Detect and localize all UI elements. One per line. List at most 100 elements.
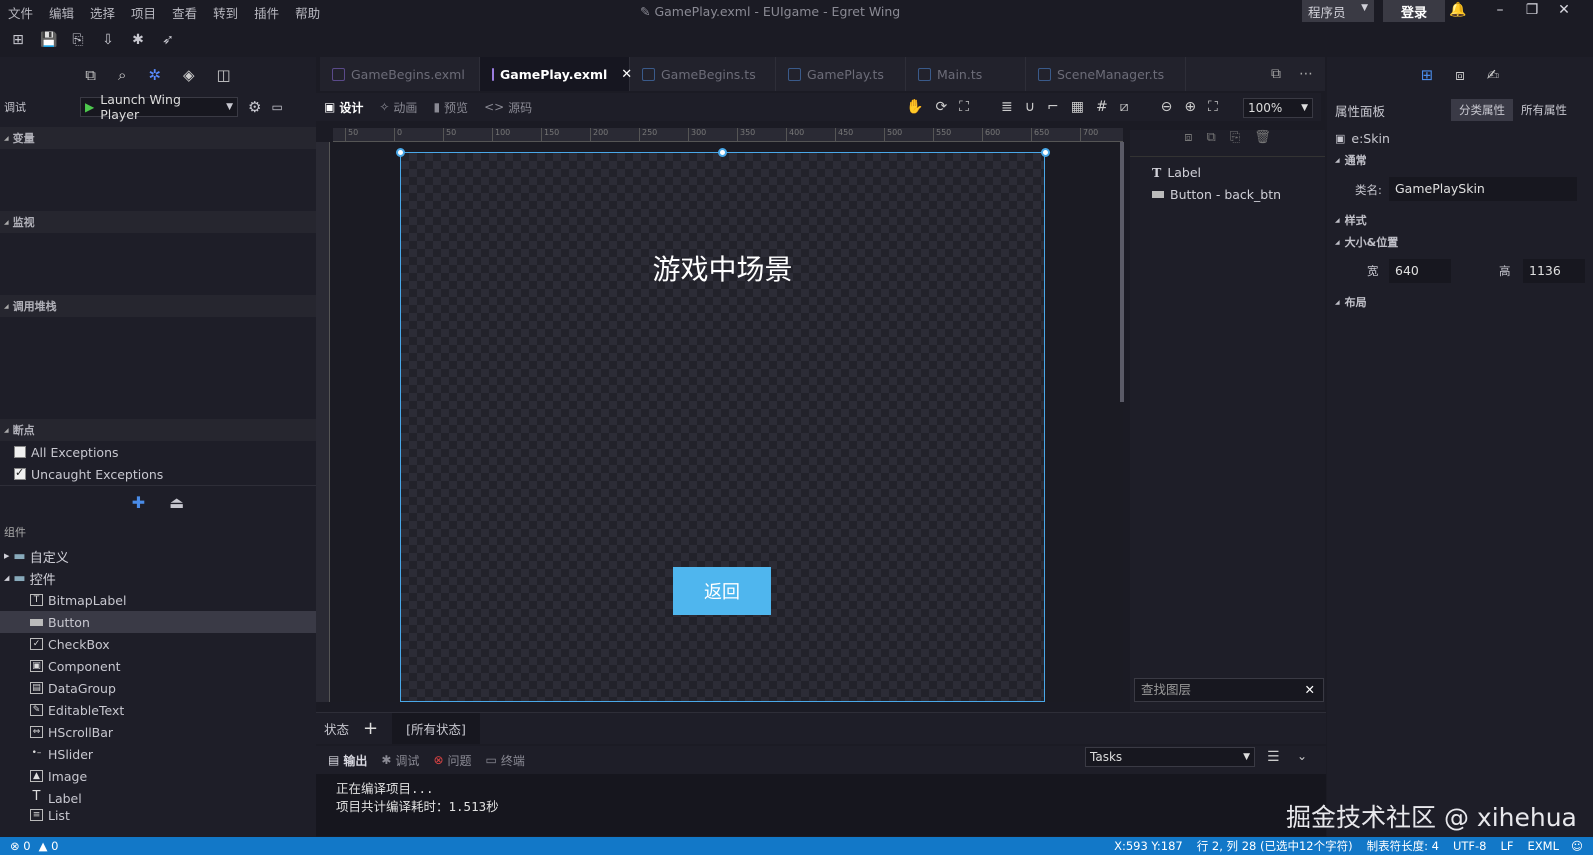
section-variables[interactable]: 变量 xyxy=(0,127,316,149)
save-all-icon[interactable]: ⎘ xyxy=(70,32,86,48)
restore-button[interactable]: ❐ xyxy=(1520,2,1544,18)
puzzle-icon[interactable]: ✚ xyxy=(132,493,145,512)
magnet-icon[interactable]: ∪ xyxy=(1025,99,1035,115)
search-icon[interactable]: ⌕ xyxy=(118,66,126,84)
tab-gamebegins-exml[interactable]: GameBegins.exml xyxy=(320,57,480,91)
list-settings-icon[interactable]: ☰ xyxy=(1267,749,1280,765)
hash-icon[interactable]: # xyxy=(1096,99,1108,115)
canvas-scrollbar[interactable] xyxy=(1120,142,1124,402)
tab-category-props[interactable]: 分类属性 xyxy=(1451,99,1514,121)
clear-search-icon[interactable]: ✕ xyxy=(1305,679,1315,701)
copy-icon[interactable]: ⎘ xyxy=(1230,130,1240,156)
debug-icon[interactable]: ✲ xyxy=(148,66,161,84)
tab-scenemanager-ts[interactable]: SceneManager.ts xyxy=(1026,57,1186,91)
launch-config-select[interactable]: ▶ Launch Wing Player ▼ xyxy=(80,92,238,122)
close-window-button[interactable]: ✕ xyxy=(1552,2,1576,18)
component-item[interactable]: T Label xyxy=(0,787,316,809)
group-icon[interactable]: ⧈ xyxy=(1184,130,1192,156)
menu-project[interactable]: 项目 xyxy=(123,3,164,22)
section-callstack[interactable]: 调用堆栈 xyxy=(0,295,316,317)
height-field[interactable]: 1136 xyxy=(1523,259,1585,283)
warning-count[interactable]: ▲ 0 xyxy=(39,839,59,853)
git-icon[interactable]: ◈ xyxy=(183,66,195,84)
console-icon[interactable]: ▭ xyxy=(271,100,282,114)
properties-icon[interactable]: ⊞ xyxy=(1421,66,1434,84)
library-icon[interactable]: ⏏ xyxy=(169,493,184,512)
cursor-position[interactable]: 行 2, 列 28 (已选中12个字符) xyxy=(1197,838,1353,854)
tab-design[interactable]: ▣ 设计 xyxy=(316,99,371,116)
component-item[interactable]: ✎ EditableText xyxy=(0,699,316,721)
publish-icon[interactable]: ⇩ xyxy=(100,32,116,48)
artboard[interactable]: 游戏中场景 返回 xyxy=(400,152,1045,702)
component-item[interactable]: ▲ Image xyxy=(0,765,316,787)
zoom-select[interactable]: 100% ▼ xyxy=(1243,98,1313,118)
language-mode[interactable]: EXML xyxy=(1528,839,1559,853)
tab-debug[interactable]: ✱ 调试 xyxy=(381,752,419,769)
tab-output[interactable]: ▤ 输出 xyxy=(328,752,367,769)
folder-controls[interactable]: ◢ ▬ 控件 xyxy=(0,567,316,589)
debug-bug-icon[interactable]: ✱ xyxy=(130,32,146,48)
section-watch[interactable]: 监视 xyxy=(0,211,316,233)
layer-item[interactable]: Button - back_btn xyxy=(1130,183,1325,205)
tab-gameplay-ts[interactable]: GamePlay.ts xyxy=(776,57,906,91)
tasks-select[interactable]: Tasks ▼ xyxy=(1085,747,1255,767)
uncaught-exceptions-checkbox[interactable] xyxy=(14,466,26,480)
folder-custom[interactable]: ▶ ▬ 自定义 xyxy=(0,545,316,567)
scene-title-label[interactable]: 游戏中场景 xyxy=(401,248,1044,288)
align-icon[interactable]: ≣ xyxy=(1001,99,1013,115)
layer-search-input[interactable]: 查找图层 ✕ xyxy=(1134,678,1324,702)
menu-plugins[interactable]: 插件 xyxy=(246,3,287,22)
hand-icon[interactable]: ✋ xyxy=(906,99,923,115)
section-general[interactable]: 通常 xyxy=(1327,149,1593,171)
tab-size[interactable]: 制表符长度: 4 xyxy=(1367,838,1439,854)
image-toggle-icon[interactable]: ⧄ xyxy=(1120,99,1129,115)
menu-edit[interactable]: 编辑 xyxy=(41,3,82,22)
tab-main-ts[interactable]: Main.ts xyxy=(906,57,1026,91)
component-item[interactable]: ▣ Component xyxy=(0,655,316,677)
tab-gamebegins-ts[interactable]: GameBegins.ts xyxy=(630,57,776,91)
explorer-icon[interactable]: ⧉ xyxy=(85,66,96,84)
resize-handle[interactable] xyxy=(1041,148,1050,157)
bell-icon[interactable]: 🔔 xyxy=(1446,2,1470,18)
delete-icon[interactable]: 🗑 xyxy=(1254,130,1271,156)
design-canvas[interactable]: 游戏中场景 返回 xyxy=(330,142,1123,702)
fit-icon[interactable]: ⛶ xyxy=(959,99,969,115)
zoom-in-icon[interactable]: ⊕ xyxy=(1184,99,1196,115)
section-layout[interactable]: 布局 xyxy=(1327,291,1593,313)
layer-item[interactable]: T Label xyxy=(1130,161,1325,183)
grid-icon[interactable]: ▦ xyxy=(1071,99,1084,115)
chevron-down-icon[interactable]: ⌄ xyxy=(1297,749,1307,763)
zoom-out-icon[interactable]: ⊖ xyxy=(1161,99,1173,115)
gear-icon[interactable]: ⚙ xyxy=(248,98,261,116)
split-editor-icon[interactable]: ⧉ xyxy=(1271,66,1281,82)
uncaught-exceptions-row[interactable]: Uncaught Exceptions xyxy=(0,463,316,485)
component-item[interactable]: ⇔ HScrollBar xyxy=(0,721,316,743)
error-count[interactable]: ⊗ 0 xyxy=(10,839,31,853)
feedback-icon[interactable]: ☺ xyxy=(1571,839,1583,853)
extensions-icon[interactable]: ◫ xyxy=(217,66,231,84)
menu-help[interactable]: 帮助 xyxy=(287,3,328,22)
all-exceptions-checkbox[interactable] xyxy=(14,446,26,458)
save-icon[interactable]: 💾 xyxy=(40,32,57,48)
resize-handle[interactable] xyxy=(718,148,727,157)
line-ending[interactable]: LF xyxy=(1500,839,1513,853)
section-style[interactable]: 样式 xyxy=(1327,209,1593,231)
component-item[interactable]: ≡ List xyxy=(0,809,316,821)
tab-all-props[interactable]: 所有属性 xyxy=(1521,102,1567,118)
resize-handle[interactable] xyxy=(396,148,405,157)
tab-animation[interactable]: ✧ 动画 xyxy=(371,99,425,116)
component-item[interactable]: Button xyxy=(0,611,316,633)
back-button[interactable]: 返回 xyxy=(673,567,771,615)
more-icon[interactable]: ⋯ xyxy=(1299,66,1313,82)
minimize-button[interactable]: – xyxy=(1488,2,1512,18)
tab-source[interactable]: <> 源码 xyxy=(476,99,540,116)
menu-view[interactable]: 查看 xyxy=(164,3,205,22)
new-file-icon[interactable]: ⊞ xyxy=(10,32,26,48)
ruler-icon[interactable]: ⌐ xyxy=(1047,99,1059,115)
width-field[interactable]: 640 xyxy=(1389,259,1451,283)
menu-goto[interactable]: 转到 xyxy=(205,3,246,22)
tab-preview[interactable]: ▮ 预览 xyxy=(425,99,476,116)
tab-terminal[interactable]: ▭ 终端 xyxy=(486,752,525,769)
section-breakpoints[interactable]: 断点 xyxy=(0,419,316,441)
brush-icon[interactable]: ✍ xyxy=(1487,66,1500,84)
